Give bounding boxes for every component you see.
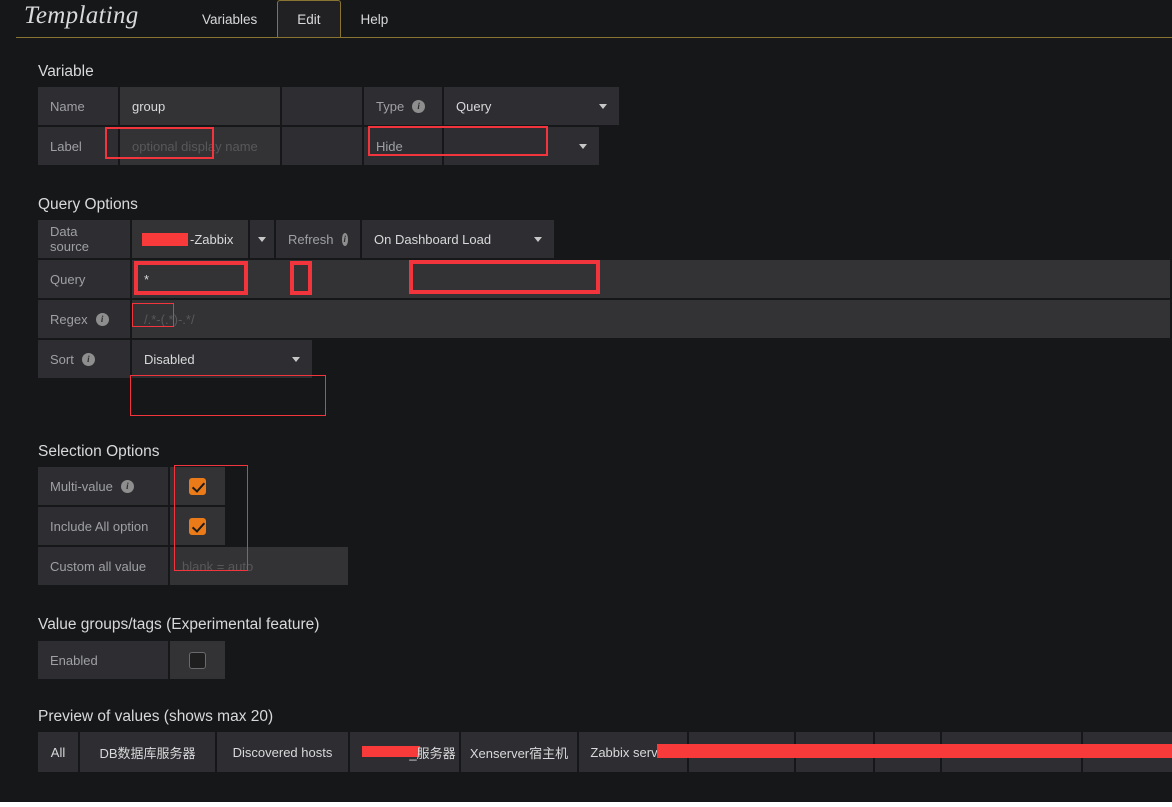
regex-row: Regex i /.*-(.*)-.*/: [38, 300, 1172, 338]
preview-chip-all[interactable]: All: [38, 732, 78, 772]
refresh-label: Refresh: [288, 231, 334, 247]
info-icon[interactable]: i: [95, 312, 109, 326]
name-label: Name: [38, 87, 118, 125]
tab-edit[interactable]: Edit: [277, 0, 341, 39]
preview-chip-redacted-server-text: _服务器: [409, 745, 456, 761]
regex-label: Regex: [50, 311, 88, 327]
variable-name-row: Name group Type i Query: [38, 87, 621, 125]
page-title: Templating: [24, 2, 139, 29]
selection-options-title: Selection Options: [38, 443, 160, 460]
datasource-value[interactable]: -Zabbix: [132, 220, 248, 258]
chevron-down-icon: [599, 103, 607, 109]
redaction-bar-preview: [657, 744, 1172, 758]
label-spacer: [282, 127, 362, 165]
datasource-row: Data source -Zabbix Refresh i On Dashboa…: [38, 220, 556, 258]
sort-row: Sort i Disabled: [38, 340, 314, 378]
custom-all-input[interactable]: blank = auto: [170, 547, 348, 585]
variable-type-select[interactable]: Query: [444, 87, 619, 125]
multi-value-label-cell: Multi-value i: [38, 467, 168, 505]
info-icon[interactable]: i: [412, 99, 426, 113]
tab-variables[interactable]: Variables: [182, 0, 277, 38]
query-label: Query: [38, 260, 130, 298]
custom-all-row: Custom all value blank = auto: [38, 547, 350, 585]
variable-label-row: Label optional display name Hide: [38, 127, 601, 165]
checkmark-icon: [189, 477, 206, 495]
app-header: Templating Variables Edit Help: [0, 0, 1172, 39]
checkmark-icon: [189, 517, 206, 535]
sort-label: Sort: [50, 351, 74, 367]
preview-title: Preview of values (shows max 20): [38, 708, 274, 725]
edit-form: Variable Name group Type i Query Label o…: [0, 38, 1172, 807]
variable-label-input[interactable]: optional display name: [120, 127, 280, 165]
type-label: Type: [376, 98, 405, 114]
include-all-row: Include All option: [38, 507, 227, 545]
refresh-label-cell: Refresh i: [276, 220, 360, 258]
query-input[interactable]: *: [132, 260, 1170, 298]
sort-value: Disabled: [144, 351, 195, 367]
include-all-checkbox[interactable]: [170, 507, 225, 545]
checkbox-empty-icon: [189, 651, 206, 669]
sort-select[interactable]: Disabled: [132, 340, 312, 378]
info-icon[interactable]: i: [81, 352, 95, 366]
hide-label: Hide: [364, 127, 442, 165]
tab-help-label: Help: [360, 12, 389, 27]
variable-type-value: Query: [456, 98, 492, 114]
bottom-strip: [0, 802, 1172, 807]
custom-all-label: Custom all value: [38, 547, 168, 585]
variable-hide-select[interactable]: [444, 127, 599, 165]
multi-value-row: Multi-value i: [38, 467, 227, 505]
value-groups-enabled-checkbox[interactable]: [170, 641, 225, 679]
chevron-down-icon: [258, 236, 266, 242]
datasource-label: Data source: [38, 220, 130, 258]
include-all-label: Include All option: [38, 507, 168, 545]
regex-input[interactable]: /.*-(.*)-.*/: [132, 300, 1170, 338]
sort-label-cell: Sort i: [38, 340, 130, 378]
preview-chip-xenserver[interactable]: Xenserver宿主机: [461, 732, 577, 772]
datasource-dropdown-toggle[interactable]: [250, 220, 274, 258]
regex-label-cell: Regex i: [38, 300, 130, 338]
preview-chip-discovered-hosts[interactable]: Discovered hosts: [217, 732, 348, 772]
chevron-down-icon: [292, 356, 300, 362]
tab-edit-label: Edit: [297, 12, 321, 27]
chevron-down-icon: [579, 143, 587, 149]
tab-bar: Variables Edit Help: [182, 0, 409, 39]
chevron-down-icon: [534, 236, 542, 242]
info-icon[interactable]: i: [341, 232, 348, 246]
multi-value-checkbox[interactable]: [170, 467, 225, 505]
refresh-value: On Dashboard Load: [374, 231, 492, 247]
tab-variables-label: Variables: [202, 12, 258, 27]
redaction-bar: [142, 233, 188, 246]
label-label: Label: [38, 127, 118, 165]
query-options-title: Query Options: [38, 196, 138, 213]
preview-chip-redacted-server[interactable]: _服务器: [350, 732, 459, 772]
name-spacer: [282, 87, 362, 125]
value-groups-enabled-row: Enabled: [38, 641, 227, 679]
refresh-select[interactable]: On Dashboard Load: [362, 220, 554, 258]
query-row: Query *: [38, 260, 1172, 298]
variable-name-input[interactable]: group: [120, 87, 280, 125]
value-groups-enabled-label: Enabled: [38, 641, 168, 679]
variable-section-title: Variable: [38, 63, 94, 80]
datasource-text: -Zabbix: [190, 231, 234, 247]
multi-value-label: Multi-value: [50, 478, 113, 494]
type-label-cell: Type i: [364, 87, 442, 125]
value-groups-title: Value groups/tags (Experimental feature): [38, 616, 320, 633]
tab-help[interactable]: Help: [341, 0, 409, 38]
annotation-sort-box: [130, 375, 326, 416]
info-icon[interactable]: i: [120, 479, 134, 493]
preview-chip-db[interactable]: DB数据库服务器: [80, 732, 215, 772]
